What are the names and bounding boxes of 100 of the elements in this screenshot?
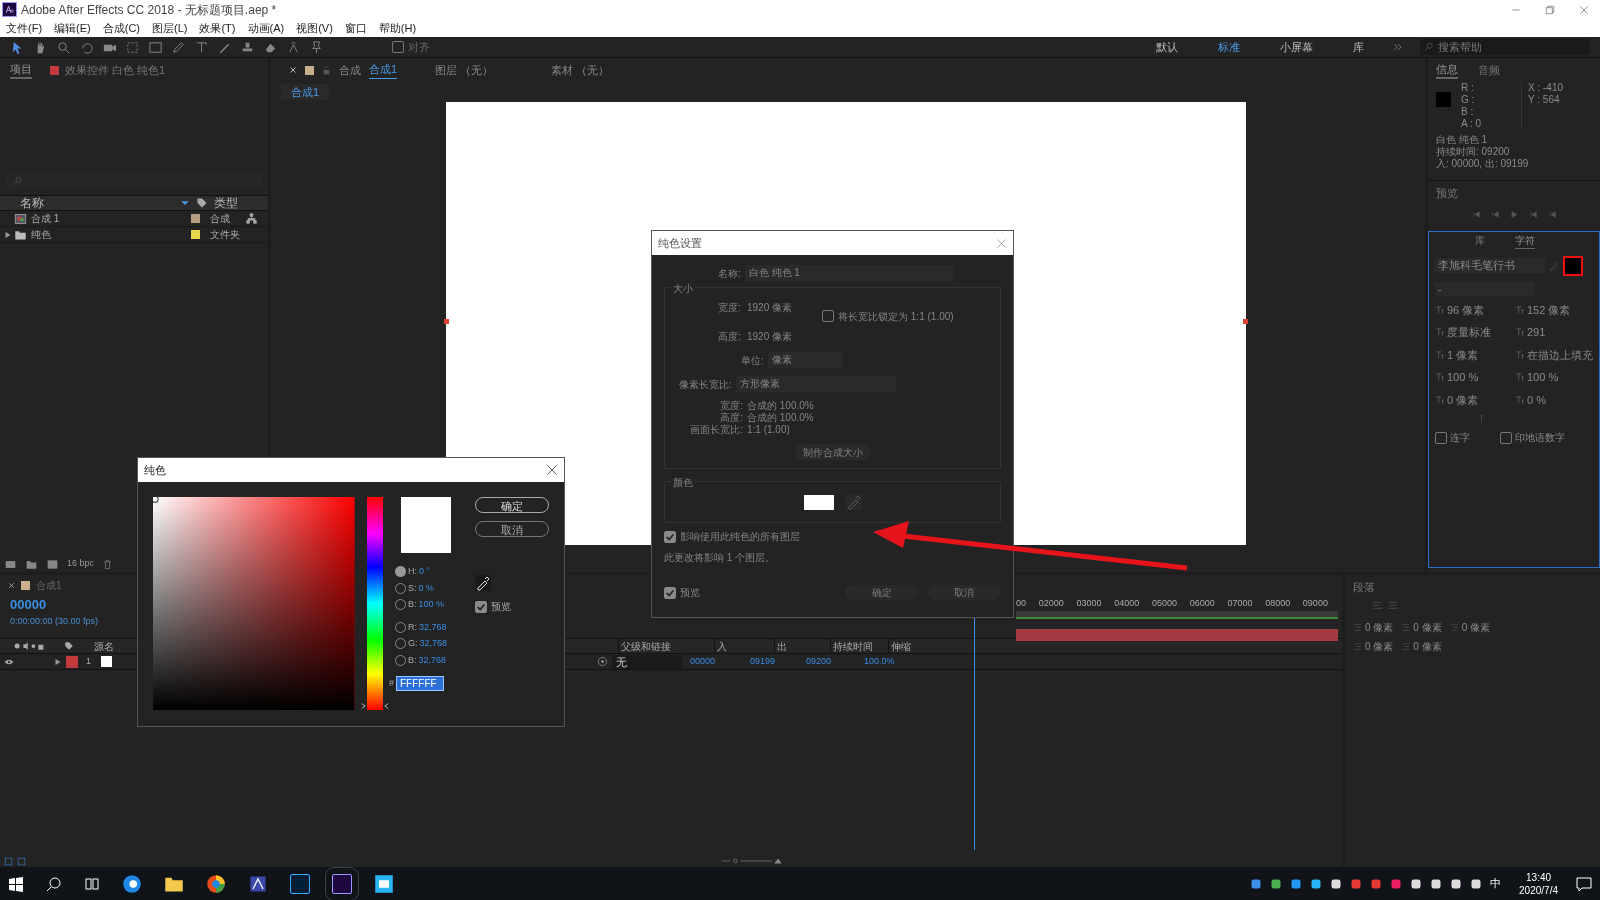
restore-icon[interactable] [1544,3,1556,16]
baseline-shift-value[interactable]: 0 像素 [1447,391,1479,408]
trash-icon[interactable] [102,558,114,570]
panel-tab[interactable]: 预览 [1436,185,1592,202]
unit-dropdown[interactable]: 像素 [767,352,842,368]
notification-icon[interactable] [1576,875,1592,892]
menu-item[interactable]: 视图(V) [296,19,333,37]
composition-tab[interactable]: 合成1 [369,61,398,79]
breadcrumb-tab[interactable]: 合成1 [281,83,330,101]
checkbox[interactable] [392,41,404,53]
windows-start-icon[interactable] [8,875,24,892]
checkbox[interactable] [822,310,835,322]
handle[interactable] [444,319,449,324]
tray-icon[interactable] [1250,877,1263,890]
menu-item[interactable]: 编辑(E) [54,19,91,37]
pen-tool-icon[interactable] [171,39,186,55]
eyedropper-icon[interactable] [475,575,491,591]
task-view-icon[interactable] [84,875,100,892]
column-header[interactable]: 持续时间 [830,638,888,654]
panel-tab[interactable]: 素材 （无） [551,61,610,79]
column-header[interactable]: 类型 [214,194,238,212]
name-field[interactable]: 白色 纯色 1 [744,265,953,281]
tray-icon[interactable] [1290,877,1303,890]
close-icon[interactable] [289,66,297,74]
browser-icon[interactable] [122,873,142,894]
mode-switch-icon[interactable] [17,856,26,866]
layer-label-swatch[interactable] [66,655,78,668]
search-icon[interactable] [46,875,62,892]
workspace-tab[interactable]: 标准 [1218,38,1240,56]
hex-field[interactable]: FFFFFF [396,676,444,691]
panel-tab[interactable]: 图层 （无） [435,61,494,79]
checkbox[interactable] [1435,431,1447,444]
work-area-bar[interactable] [1016,610,1338,619]
pick-whip-icon[interactable] [597,656,608,667]
ok-button[interactable]: 确定 [845,585,919,600]
color-swatch[interactable] [803,494,834,510]
hue-slider[interactable] [360,497,387,710]
handle[interactable] [1243,319,1248,324]
tray-icon[interactable] [1430,877,1443,890]
tray-icon[interactable] [1330,877,1343,890]
menu-item[interactable]: 合成(C) [102,19,140,37]
panel-tab[interactable]: 库 [1475,233,1485,248]
color-value[interactable]: 32,768 [418,653,447,667]
panel-tab[interactable]: 字符 [1515,232,1535,249]
checkbox[interactable] [1500,431,1512,444]
workspace-tab[interactable]: 默认 [1156,38,1178,56]
workspace-tab[interactable]: 库 [1353,38,1364,56]
panel-tab[interactable]: 段落 [1353,579,1375,596]
tray-icon[interactable] [1310,877,1323,890]
kerning-value[interactable]: 度量标准 [1447,324,1491,341]
make-comp-size-button[interactable]: 制作合成大小 [794,444,871,460]
menu-item[interactable]: 效果(T) [199,19,236,37]
indent-value[interactable]: 0 像素 [1413,638,1442,654]
checkbox[interactable] [664,530,676,543]
pixel-aspect-dropdown[interactable]: 方形像素 [735,376,896,392]
column-header[interactable]: 入 [714,638,774,654]
new-composition-icon[interactable] [46,558,59,570]
expand-arrow-icon[interactable] [4,230,12,239]
bit-depth-button[interactable]: 16 bpc [67,557,95,571]
layer-time-value[interactable]: 09200 [798,654,856,669]
close-icon[interactable] [8,581,15,589]
layer-duration-bar[interactable] [1016,628,1338,641]
indent-value[interactable]: 0 像素 [1365,638,1394,654]
hue-slider-thumb[interactable] [360,702,389,710]
color-value[interactable]: 0 ° [419,565,431,579]
stroke-width-value[interactable]: 1 像素 [1447,346,1479,363]
panel-tab[interactable]: 音频 [1478,61,1500,79]
layer-switch-icon[interactable] [4,856,13,866]
color-value[interactable]: 0 % [418,581,435,595]
current-time[interactable]: 00000 [10,595,47,615]
column-header[interactable]: 父级和链接 [618,638,714,654]
color-value[interactable]: 32,768 [419,620,447,634]
column-header[interactable]: 伸缩 [888,638,938,654]
layer-time-value[interactable]: 100.0% [856,654,906,669]
checkbox[interactable] [475,600,487,613]
tracking-value[interactable]: 291 [1527,324,1546,341]
font-size-value[interactable]: 96 像素 [1447,301,1485,318]
pin-tool-icon[interactable] [309,39,324,55]
menu-item[interactable]: 图层(L) [152,19,188,37]
photoshop-icon[interactable] [290,873,310,894]
tsume-value[interactable]: 0 % [1527,391,1546,408]
chevron-icon[interactable] [1392,41,1404,53]
app-icon[interactable] [374,873,394,894]
panel-tab[interactable]: 效果控件 白色 纯色1 [65,61,166,79]
tray-icon[interactable] [1450,877,1463,890]
menu-item[interactable]: 文件(F) [6,19,43,37]
color-wheel-icon[interactable] [206,873,226,894]
field-value[interactable]: 1920 像素 [747,300,793,315]
column-header[interactable]: 源名 [94,638,134,654]
rectangle-tool-icon[interactable] [148,39,163,55]
column-header[interactable]: 名称 [20,194,180,212]
new-folder-icon[interactable] [25,558,38,570]
clock-time[interactable]: 13:40 [1526,870,1552,884]
project-item-name[interactable]: 纯色 [31,227,191,242]
tray-icon[interactable] [1270,877,1283,890]
zoom-tool-icon[interactable] [56,39,71,55]
panel-tab[interactable]: 项目 [10,60,32,80]
menu-item[interactable]: 帮助(H) [378,19,417,37]
font-style-dropdown[interactable]: - [1435,281,1535,296]
layer-time-value[interactable]: 09199 [742,654,798,669]
